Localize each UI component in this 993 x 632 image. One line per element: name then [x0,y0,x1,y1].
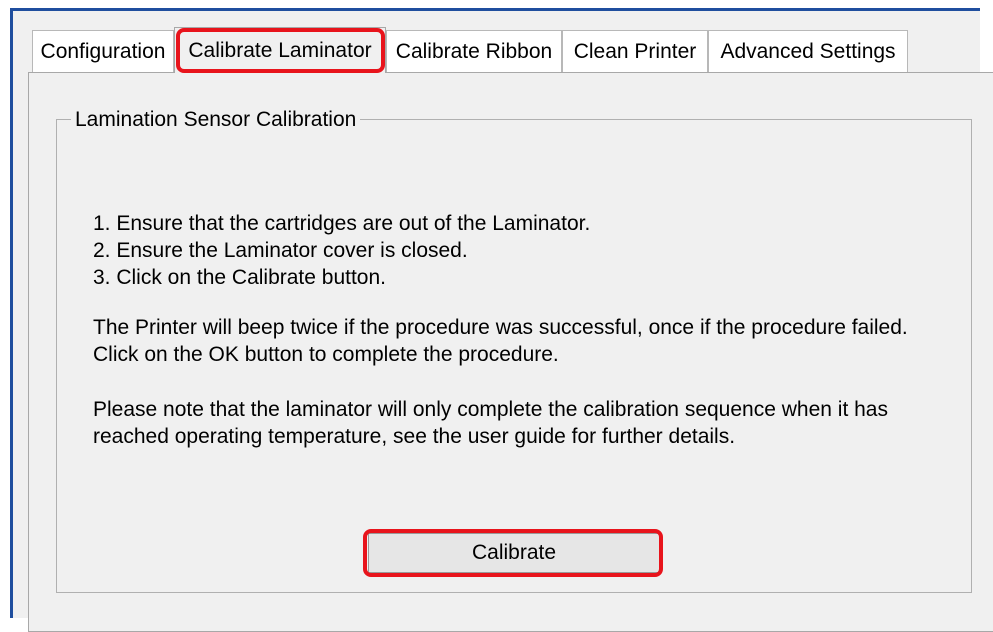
temperature-note: Please note that the laminator will only… [93,396,888,450]
procedure-info: The Printer will beep twice if the proce… [93,314,908,368]
tab-clean-printer[interactable]: Clean Printer [562,30,708,72]
tab-calibrate-ribbon[interactable]: Calibrate Ribbon [386,30,562,72]
note-line-2: reached operating temperature, see the u… [93,425,736,448]
step-2: 2. Ensure the Laminator cover is closed. [93,239,468,262]
tab-advanced-settings[interactable]: Advanced Settings [708,30,908,72]
step-3: 3. Click on the Calibrate button. [93,266,386,289]
info-line-1: The Printer will beep twice if the proce… [93,316,908,339]
step-1: 1. Ensure that the cartridges are out of… [93,212,591,235]
group-title: Lamination Sensor Calibration [71,107,361,133]
tab-configuration[interactable]: Configuration [32,30,174,72]
note-line-1: Please note that the laminator will only… [93,398,888,421]
tab-calibrate-laminator[interactable]: Calibrate Laminator [174,27,386,73]
instruction-steps: 1. Ensure that the cartridges are out of… [93,210,590,291]
info-line-2: Click on the OK button to complete the p… [93,343,559,366]
calibrate-button[interactable]: Calibrate [368,533,660,573]
